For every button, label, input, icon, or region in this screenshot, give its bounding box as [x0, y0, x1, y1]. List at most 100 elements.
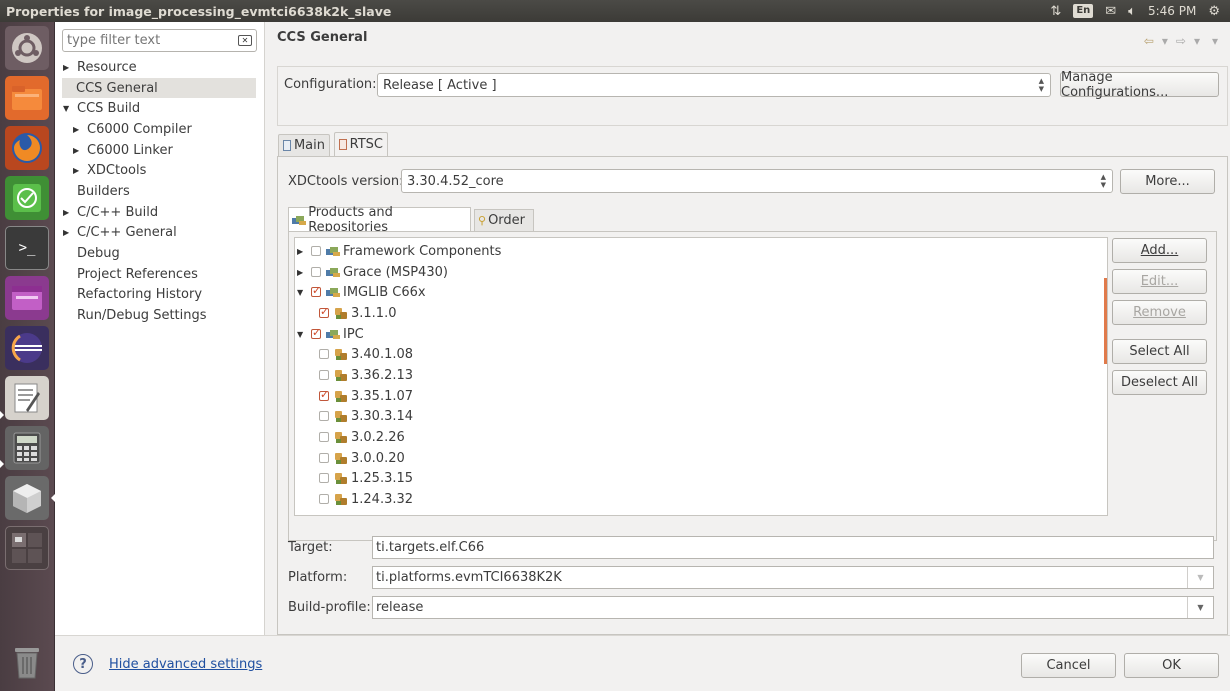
expand-arrow-icon[interactable]: ▶ — [297, 247, 307, 256]
product-row-grace[interactable]: ▶ Grace (MSP430) — [297, 262, 448, 283]
tree-item-cpp-general[interactable]: ▶ C/C++ General — [55, 223, 263, 244]
tree-item-cpp-build[interactable]: ▶ C/C++ Build — [55, 202, 263, 223]
tree-item-ccs-general[interactable]: CCS General — [62, 77, 256, 99]
forward-arrow-icon[interactable]: ⇨ — [1176, 34, 1186, 48]
configuration-select[interactable]: Release [ Active ] ▲ ▼ — [377, 73, 1051, 97]
clear-filter-icon[interactable]: ✕ — [238, 35, 252, 46]
version-checkbox[interactable] — [319, 432, 329, 443]
back-menu-icon[interactable]: ▾ — [1162, 34, 1168, 48]
tree-item-ccs-build[interactable]: ▼ CCS Build — [55, 98, 263, 119]
version-row[interactable]: 3.0.0.20 — [319, 448, 405, 469]
network-transfer-icon[interactable]: ⇅ — [1050, 4, 1061, 19]
version-row[interactable]: 3.35.1.07 — [319, 386, 413, 407]
calculator-icon[interactable] — [5, 426, 49, 470]
software-center-icon[interactable] — [5, 476, 49, 520]
dropdown-arrow-icon[interactable]: ▼ — [1187, 597, 1213, 618]
text-editor-icon[interactable] — [5, 376, 49, 420]
volume-icon[interactable]: 🔈︎ — [1128, 4, 1136, 19]
product-checkbox[interactable] — [311, 246, 321, 257]
version-checkbox[interactable] — [319, 453, 329, 464]
products-tree[interactable]: ▶Framework Components ▶Grace (MSP430) ▼I… — [294, 237, 1108, 516]
expand-arrow-icon[interactable]: ▶ — [73, 125, 83, 134]
scroll-indicator[interactable] — [1104, 278, 1107, 364]
version-row[interactable]: 1.25.3.15 — [319, 468, 413, 489]
keyboard-layout-indicator[interactable]: En — [1073, 4, 1094, 18]
collapse-arrow-icon[interactable]: ▼ — [63, 104, 73, 113]
version-row[interactable]: 3.1.1.0 — [319, 303, 396, 324]
build-profile-combo[interactable]: release ▼ — [372, 596, 1214, 619]
add-button[interactable]: Add... — [1112, 238, 1207, 263]
version-checkbox[interactable] — [319, 349, 329, 360]
dropdown-arrow-icon[interactable]: ▼ — [1187, 567, 1213, 588]
firefox-icon[interactable] — [5, 126, 49, 170]
collapse-arrow-icon[interactable]: ▼ — [297, 288, 307, 297]
app-icon[interactable] — [5, 276, 49, 320]
workspace-switcher-icon[interactable] — [5, 526, 49, 570]
system-monitor-icon[interactable] — [5, 176, 49, 220]
terminal-icon[interactable]: >_ — [5, 226, 49, 270]
version-row[interactable]: 3.30.3.14 — [319, 406, 413, 427]
version-row[interactable]: 3.40.1.08 — [319, 344, 413, 365]
tree-item-builders[interactable]: Builders — [55, 181, 263, 202]
mail-icon[interactable]: ✉ — [1105, 4, 1116, 19]
deselect-all-button[interactable]: Deselect All — [1112, 370, 1207, 395]
manage-configurations-button[interactable]: Manage Configurations... — [1060, 70, 1219, 100]
version-checkbox[interactable] — [319, 494, 329, 505]
subtab-products-repositories[interactable]: Products and Repositories — [288, 205, 471, 235]
version-row[interactable]: 3.36.2.13 — [319, 365, 413, 386]
expand-arrow-icon[interactable]: ▶ — [297, 268, 307, 277]
product-checkbox[interactable] — [311, 326, 321, 340]
tree-item-c6000-linker[interactable]: ▶ C6000 Linker — [55, 140, 263, 161]
expand-arrow-icon[interactable]: ▶ — [63, 63, 73, 72]
version-checkbox[interactable] — [319, 473, 329, 484]
eclipse-icon[interactable] — [5, 326, 49, 370]
clock[interactable]: 5:46 PM — [1148, 4, 1196, 18]
files-icon[interactable] — [5, 76, 49, 120]
expand-arrow-icon[interactable]: ▶ — [63, 228, 73, 237]
version-row[interactable]: 1.24.3.32 — [319, 489, 413, 510]
remove-button[interactable]: Remove — [1112, 300, 1207, 325]
ok-button[interactable]: OK — [1124, 653, 1219, 678]
collapse-arrow-icon[interactable]: ▼ — [297, 330, 307, 339]
cancel-button[interactable]: Cancel — [1021, 653, 1116, 678]
product-row-imglib[interactable]: ▼IMGLIB C66x — [297, 282, 426, 303]
help-icon[interactable]: ? — [73, 654, 93, 674]
trash-icon[interactable] — [5, 640, 49, 684]
filter-input[interactable] — [63, 30, 233, 51]
tree-item-run-debug-settings[interactable]: Run/Debug Settings — [55, 305, 263, 326]
tree-item-refactoring-history[interactable]: Refactoring History — [55, 285, 263, 306]
tree-item-debug[interactable]: Debug — [55, 243, 263, 264]
tree-item-xdctools[interactable]: ▶ XDCtools — [55, 160, 263, 181]
hide-advanced-settings-link[interactable]: Hide advanced settings — [109, 657, 262, 672]
product-row-framework-components[interactable]: ▶ Framework Components — [297, 241, 501, 262]
tree-item-resource[interactable]: ▶ Resource — [55, 57, 263, 78]
expand-arrow-icon[interactable]: ▶ — [63, 208, 73, 217]
select-all-button[interactable]: Select All — [1112, 339, 1207, 364]
product-checkbox[interactable] — [311, 267, 321, 278]
version-row[interactable]: 3.0.2.26 — [319, 427, 405, 448]
product-row-ipc[interactable]: ▼IPC — [297, 324, 364, 345]
power-icon[interactable]: ⚙ — [1208, 4, 1220, 19]
xdctools-version-select[interactable]: 3.30.4.52_core ▲ ▼ — [401, 169, 1113, 193]
expand-arrow-icon[interactable]: ▶ — [73, 146, 83, 155]
version-checkbox[interactable] — [319, 411, 329, 422]
view-menu-icon[interactable]: ▾ — [1212, 34, 1218, 48]
ubuntu-dash-icon[interactable] — [5, 26, 49, 70]
tree-item-c6000-compiler[interactable]: ▶ C6000 Compiler — [55, 119, 263, 140]
tab-rtsc[interactable]: RTSC — [334, 132, 388, 156]
target-field[interactable]: ti.targets.elf.C66 — [372, 536, 1214, 559]
tab-main[interactable]: Main — [278, 134, 330, 156]
platform-combo[interactable]: ti.platforms.evmTCI6638K2K ▼ — [372, 566, 1214, 589]
tree-item-project-references[interactable]: Project References — [55, 264, 263, 285]
product-checkbox[interactable] — [311, 284, 321, 298]
version-checkbox[interactable] — [319, 388, 329, 402]
spinner-arrows-icon: ▲ ▼ — [1038, 77, 1044, 93]
forward-menu-icon[interactable]: ▾ — [1194, 34, 1200, 48]
version-checkbox[interactable] — [319, 370, 329, 381]
version-checkbox[interactable] — [319, 305, 329, 319]
subtab-order[interactable]: ⚲ Order — [474, 209, 534, 231]
expand-arrow-icon[interactable]: ▶ — [73, 166, 83, 175]
more-button[interactable]: More... — [1120, 169, 1215, 194]
edit-button[interactable]: Edit... — [1112, 269, 1207, 294]
back-arrow-icon[interactable]: ⇦ — [1144, 34, 1154, 48]
